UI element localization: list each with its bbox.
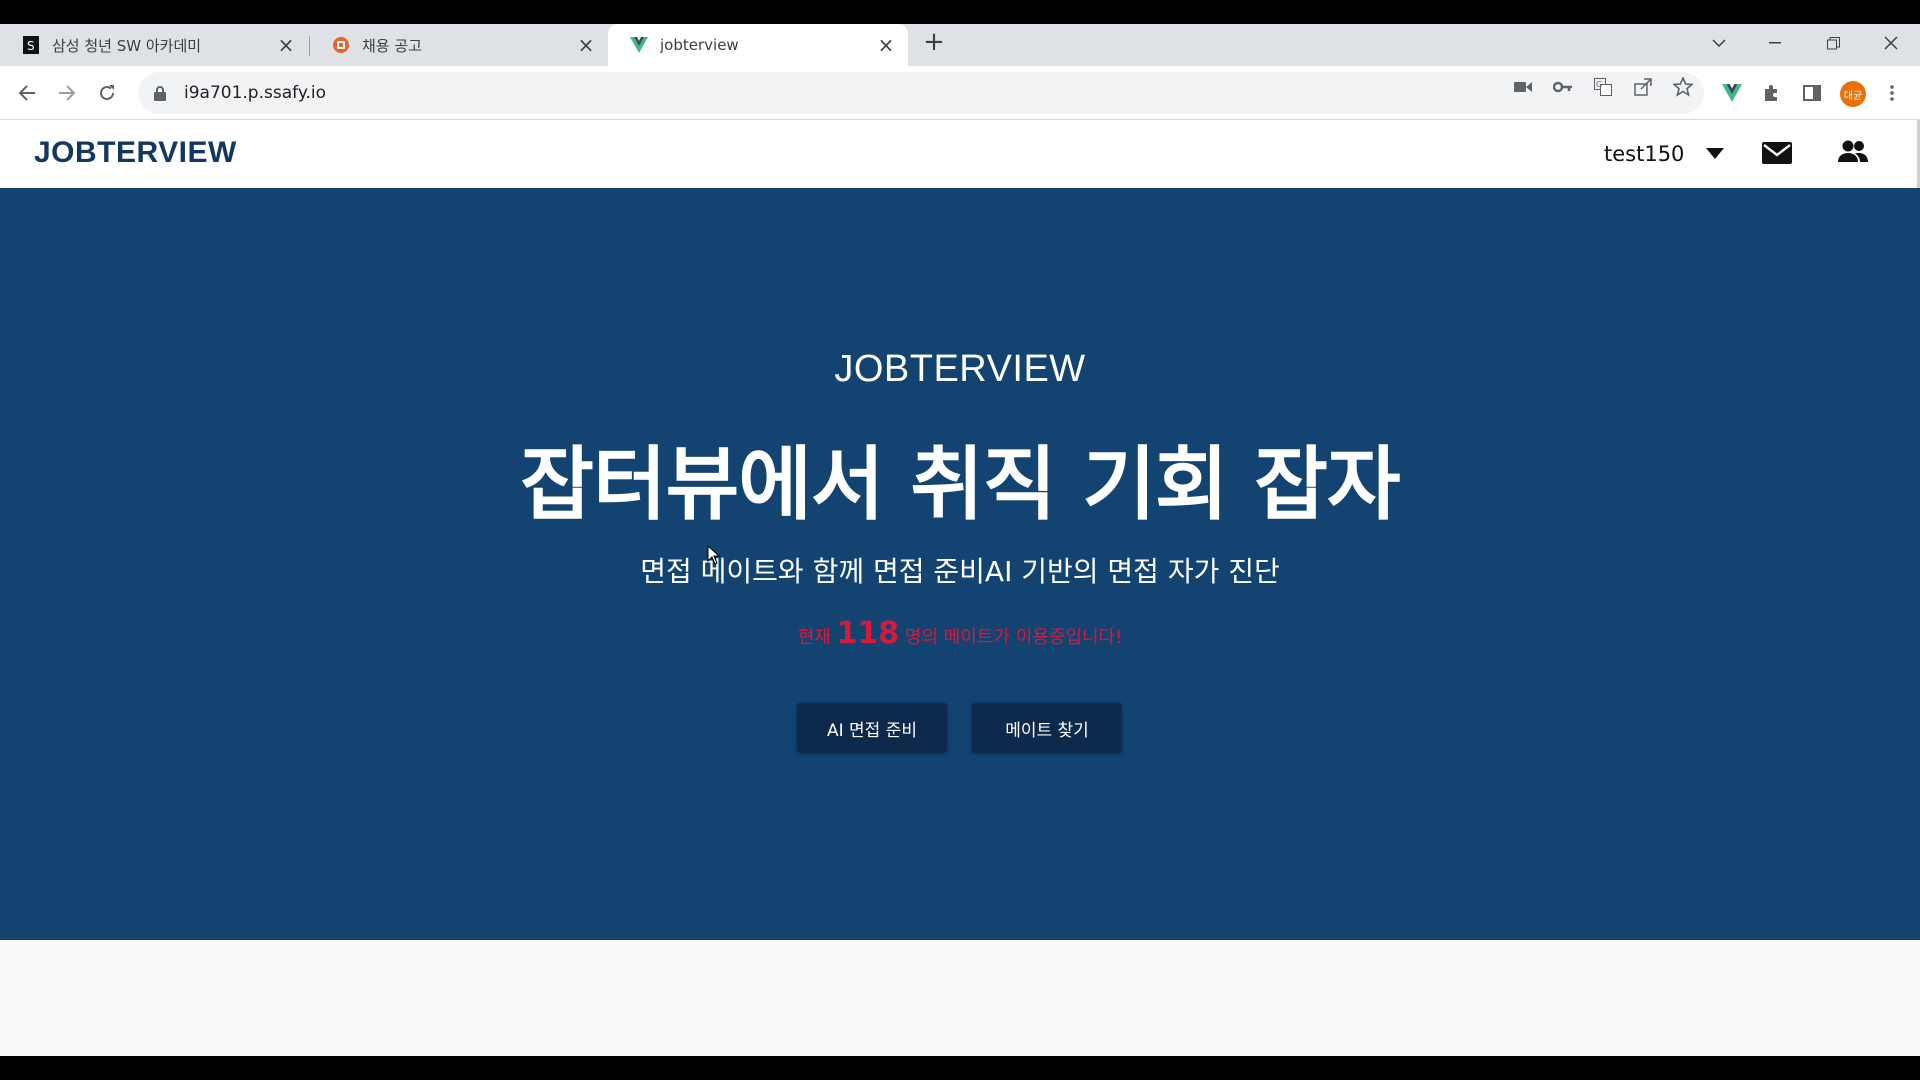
user-menu-name[interactable]: test150 bbox=[1604, 142, 1684, 166]
browser-toolbar: i9a701.p.ssafy.io G bbox=[0, 66, 1920, 120]
kebab-menu-icon[interactable] bbox=[1880, 81, 1904, 105]
ai-interview-button[interactable]: AI 면접 준비 bbox=[797, 703, 947, 753]
tab-close-icon[interactable]: × bbox=[276, 33, 296, 57]
job-posting-favicon-icon bbox=[332, 36, 350, 54]
profile-avatar[interactable]: 대균 bbox=[1840, 81, 1866, 107]
count-suffix: 명의 메이트가 이용중입니다! bbox=[904, 627, 1123, 648]
tab-close-icon[interactable]: × bbox=[576, 33, 596, 57]
lock-icon[interactable] bbox=[152, 85, 168, 101]
browser-tabstrip: S 삼성 청년 SW 아카데미 × 채용 공고 × jobterview × bbox=[0, 24, 1920, 66]
tab-title: jobterview bbox=[660, 36, 739, 54]
bookmark-star-icon[interactable] bbox=[1672, 76, 1694, 98]
minimize-icon[interactable] bbox=[1752, 26, 1798, 60]
svg-text:G: G bbox=[1596, 80, 1602, 89]
tab-ssafy[interactable]: S 삼성 청년 SW 아카데미 × bbox=[0, 24, 308, 66]
tab-title: 채용 공고 bbox=[362, 36, 422, 55]
screen-frame-top bbox=[0, 0, 1920, 24]
mouse-cursor-icon bbox=[707, 544, 721, 569]
side-panel-icon[interactable] bbox=[1800, 81, 1824, 105]
key-icon[interactable] bbox=[1552, 76, 1574, 98]
close-window-icon[interactable] bbox=[1868, 26, 1914, 60]
users-icon[interactable] bbox=[1838, 140, 1868, 168]
active-mate-count: 현재 118 명의 메이트가 이용중입니다! bbox=[0, 616, 1920, 651]
vue-favicon-icon bbox=[630, 36, 648, 54]
page-below-hero bbox=[0, 940, 1920, 1056]
url-text: i9a701.p.ssafy.io bbox=[184, 83, 326, 103]
forward-icon[interactable] bbox=[52, 78, 82, 108]
reload-icon[interactable] bbox=[92, 78, 122, 108]
tab-title: 삼성 청년 SW 아카데미 bbox=[52, 36, 202, 55]
count-value: 118 bbox=[836, 616, 900, 651]
hero-subtitle: 면접 메이트와 함께 면접 준비AI 기반의 면접 자가 진단 bbox=[640, 555, 1280, 588]
tab-close-icon[interactable]: × bbox=[876, 33, 896, 57]
screen-frame-bottom bbox=[0, 1056, 1920, 1080]
ssafy-favicon-icon: S bbox=[22, 36, 40, 54]
count-prefix: 현재 bbox=[797, 627, 831, 648]
tab-job-posting[interactable]: 채용 공고 × bbox=[310, 24, 608, 66]
share-icon[interactable] bbox=[1632, 76, 1654, 98]
svg-text:S: S bbox=[27, 39, 35, 53]
new-tab-button[interactable]: + bbox=[920, 27, 948, 57]
mail-icon[interactable] bbox=[1762, 142, 1792, 168]
extensions-puzzle-icon[interactable] bbox=[1760, 81, 1784, 105]
find-mate-button[interactable]: 메이트 찾기 bbox=[972, 703, 1122, 753]
tab-jobterview[interactable]: jobterview × bbox=[608, 24, 908, 66]
hero-eyebrow: JOBTERVIEW bbox=[834, 348, 1086, 390]
translate-icon[interactable]: G bbox=[1592, 76, 1614, 98]
site-navbar: JOBTERVIEW test150 bbox=[0, 120, 1920, 188]
hero-title: 잡터뷰에서 취직 기회 잡자 bbox=[520, 438, 1400, 531]
address-bar[interactable]: i9a701.p.ssafy.io bbox=[138, 72, 1704, 114]
tab-search-icon[interactable] bbox=[1696, 26, 1742, 60]
back-icon[interactable] bbox=[12, 78, 42, 108]
hero-section: JOBTERVIEW 잡터뷰에서 취직 기회 잡자 면접 메이트와 함께 면접 … bbox=[0, 188, 1920, 940]
restore-icon[interactable] bbox=[1810, 26, 1856, 60]
camera-icon[interactable] bbox=[1512, 76, 1534, 98]
vue-devtools-icon[interactable] bbox=[1720, 81, 1744, 105]
chevron-down-icon[interactable] bbox=[1706, 148, 1724, 159]
brand-logo[interactable]: JOBTERVIEW bbox=[34, 136, 237, 170]
